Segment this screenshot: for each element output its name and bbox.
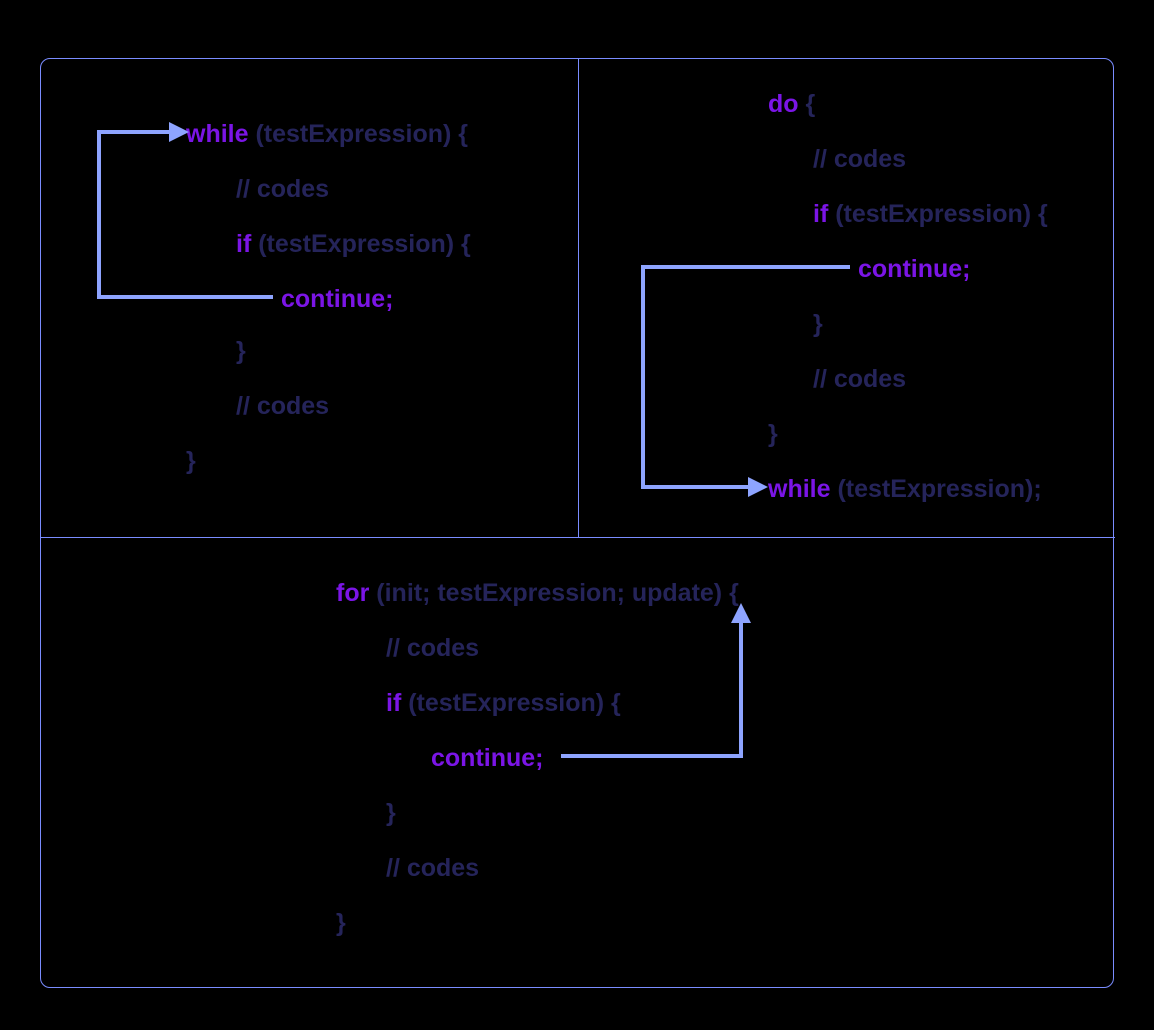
do-while-panel: do { // codes if (testExpression) { cont… [578, 59, 1115, 537]
do-line-8: while (testExpression); [768, 474, 1042, 504]
do-line-5: } [813, 309, 823, 339]
for-line-6: // codes [386, 853, 479, 883]
text: (testExpression) { [828, 200, 1048, 228]
do-line-2: // codes [813, 144, 906, 174]
keyword-if: if [236, 230, 251, 258]
for-line-1: for (init; testExpression; update) { [336, 578, 739, 608]
for-line-7: } [336, 908, 346, 938]
keyword-if: if [813, 200, 828, 228]
do-line-1: do { [768, 89, 815, 119]
text: (testExpression) { [249, 120, 469, 148]
while-panel: while (testExpression) { // codes if (te… [41, 59, 578, 537]
for-line-5: } [386, 798, 396, 828]
keyword-for: for [336, 579, 369, 607]
while-line-3: if (testExpression) { [236, 229, 471, 259]
for-panel: for (init; testExpression; update) { // … [41, 538, 1115, 989]
do-line-3: if (testExpression) { [813, 199, 1048, 229]
keyword-if: if [386, 689, 401, 717]
while-line-6: // codes [236, 391, 329, 421]
for-continue: continue; [431, 743, 544, 773]
keyword-while: while [186, 120, 249, 148]
do-line-7: } [768, 419, 778, 449]
while-continue: continue; [281, 284, 394, 314]
keyword-while: while [768, 475, 831, 503]
while-line-1: while (testExpression) { [186, 119, 468, 149]
while-line-7: } [186, 446, 196, 476]
while-line-2: // codes [236, 174, 329, 204]
for-line-2: // codes [386, 633, 479, 663]
text: (testExpression) { [401, 689, 621, 717]
text: (testExpression); [831, 475, 1042, 503]
keyword-do: do [768, 90, 799, 118]
do-arrow [578, 59, 1115, 537]
diagram-frame: while (testExpression) { // codes if (te… [40, 58, 1114, 988]
text: (init; testExpression; update) { [369, 579, 738, 607]
text: { [799, 90, 816, 118]
while-line-5: } [236, 336, 246, 366]
do-line-6: // codes [813, 364, 906, 394]
do-continue: continue; [858, 254, 971, 284]
text: (testExpression) { [251, 230, 471, 258]
for-line-3: if (testExpression) { [386, 688, 621, 718]
